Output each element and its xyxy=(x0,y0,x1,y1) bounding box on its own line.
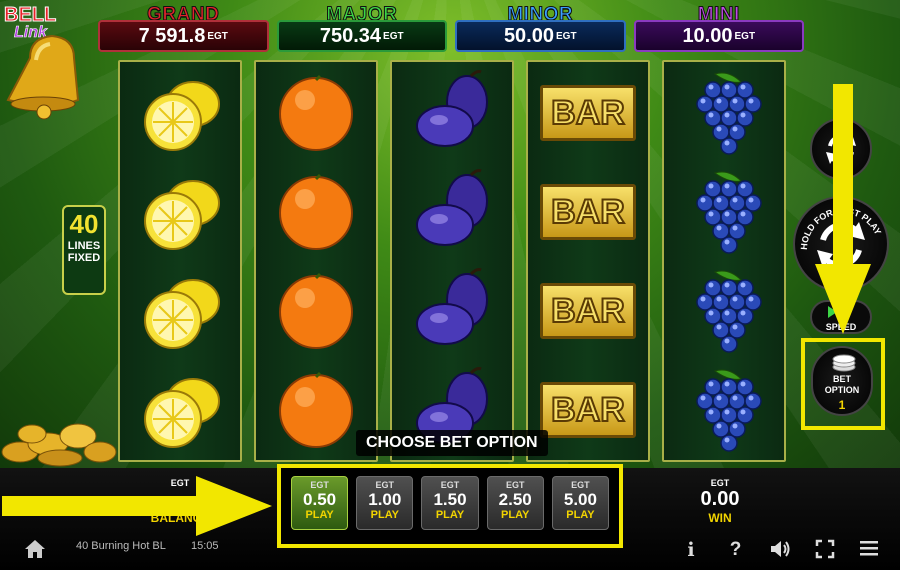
plum-icon xyxy=(392,64,512,162)
reel-4: BAR BAR BAR BAR xyxy=(526,60,650,462)
speed-label: SPEED xyxy=(825,322,857,332)
jackpot-minor: MINOR 50.00 EGT xyxy=(455,4,626,52)
grapes-icon xyxy=(664,64,784,162)
plum-icon xyxy=(392,262,512,360)
reel-5 xyxy=(662,60,786,462)
jackpot-mini: MINI 10.00 EGT xyxy=(633,4,804,52)
lines-fixed-indicator: 40 LINES FIXED xyxy=(62,205,106,295)
orange-icon xyxy=(256,163,376,261)
game-stage: BELL Link GRAND 7 591.8 EGT MAJOR 750.34… xyxy=(0,0,900,468)
jackpot-mini-value: 10.00 xyxy=(682,24,733,47)
coins-stack-icon xyxy=(832,354,856,372)
info-icon[interactable]: i xyxy=(680,539,702,561)
bet-currency: EGT xyxy=(375,480,395,490)
grapes-icon xyxy=(664,163,784,261)
speed-button[interactable]: SPEED xyxy=(810,300,872,334)
home-icon xyxy=(25,540,45,558)
fullscreen-icon[interactable] xyxy=(814,539,836,561)
home-button[interactable] xyxy=(24,539,46,559)
lemon-icon xyxy=(120,64,240,162)
bar-icon: BAR xyxy=(528,163,648,261)
bet-value: 1.00 xyxy=(368,490,402,509)
reel-3 xyxy=(390,60,514,462)
autoplay-icon xyxy=(826,134,856,164)
balance-label: BALANCE xyxy=(150,511,210,525)
bet-button-0-50[interactable]: EGT 0.50 PLAY xyxy=(291,476,349,530)
bell-link-logo: BELL Link xyxy=(0,0,100,130)
bet-option-label1: BET xyxy=(833,374,851,384)
bar-icon: BAR xyxy=(528,262,648,360)
bet-button-5-00[interactable]: EGT 5.00 PLAY xyxy=(551,476,610,530)
bet-button-1-50[interactable]: EGT 1.50 PLAY xyxy=(421,476,479,530)
jackpot-grand-value: 7 591.8 xyxy=(138,24,206,47)
spin-button[interactable]: HOLD FOR FAST PLAY xyxy=(793,196,889,292)
bet-currency: EGT xyxy=(440,480,460,490)
lemon-icon xyxy=(120,361,240,459)
win-display: EGT 0.00 WIN xyxy=(690,478,750,525)
orange-icon xyxy=(256,262,376,360)
bet-play-label: PLAY xyxy=(501,509,530,521)
grapes-icon xyxy=(664,262,784,360)
grapes-icon xyxy=(664,361,784,459)
bet-button-1-00[interactable]: EGT 1.00 PLAY xyxy=(356,476,414,530)
reels-area: BAR BAR BAR BAR xyxy=(118,60,796,462)
jackpot-bar: GRAND 7 591.8 EGT MAJOR 750.34 EGT MINOR… xyxy=(98,4,804,52)
win-currency: EGT xyxy=(710,478,730,488)
jackpot-mini-currency: EGT xyxy=(734,30,756,42)
jackpot-grand-currency: EGT xyxy=(207,30,228,42)
bet-play-label: PLAY xyxy=(435,509,465,521)
balance-currency: EGT xyxy=(170,478,190,488)
lines-label: LINES xyxy=(67,240,101,252)
bet-currency: EGT xyxy=(310,480,329,490)
reel-1 xyxy=(118,60,242,462)
bet-value: 0.50 xyxy=(303,490,337,509)
bet-options-group: EGT 0.50 PLAY EGT 1.00 PLAY EGT 1.50 PLA… xyxy=(277,464,623,548)
bet-value: 2.50 xyxy=(498,490,532,509)
bet-play-label: PLAY xyxy=(305,509,334,521)
bet-currency: EGT xyxy=(505,480,525,490)
lines-count: 40 xyxy=(69,209,99,239)
help-icon[interactable]: ? xyxy=(725,539,747,561)
bet-value: 5.00 xyxy=(563,490,597,509)
bottom-toolbar: i ? xyxy=(680,538,880,562)
autoplay-button[interactable] xyxy=(810,118,872,180)
jackpot-major: MAJOR 750.34 EGT xyxy=(276,4,447,52)
jackpot-minor-value: 50.00 xyxy=(503,24,554,47)
jackpot-major-currency: EGT xyxy=(383,30,404,42)
jackpot-major-value: 750.34 xyxy=(319,24,382,47)
bell-icon xyxy=(6,34,80,120)
clock: 15:05 xyxy=(191,540,219,552)
jackpot-grand: GRAND 7 591.8 EGT xyxy=(98,4,269,52)
win-label: WIN xyxy=(708,511,732,525)
menu-icon[interactable] xyxy=(858,539,880,561)
choose-bet-option-label: CHOOSE BET OPTION xyxy=(356,430,548,456)
bet-value: 1.50 xyxy=(433,490,467,509)
game-title: 40 Burning Hot BL xyxy=(76,540,166,552)
balance-value xyxy=(140,488,220,511)
bet-option-value: 1 xyxy=(838,398,846,412)
play-icon xyxy=(828,306,837,318)
balance-display: EGT BALANCE xyxy=(140,478,220,525)
plum-icon xyxy=(392,163,512,261)
bet-play-label: PLAY xyxy=(566,509,595,521)
bet-option-label2: OPTION xyxy=(824,385,860,395)
sound-icon[interactable] xyxy=(769,539,791,561)
gold-coins-icon xyxy=(1,423,117,467)
reel-2 xyxy=(254,60,378,462)
win-value: 0.00 xyxy=(700,488,740,510)
lemon-icon xyxy=(120,163,240,261)
hold-fast-play-label: HOLD FOR FAST PLAY xyxy=(799,206,883,250)
bet-button-2-50[interactable]: EGT 2.50 PLAY xyxy=(486,476,544,530)
fixed-label: FIXED xyxy=(67,252,101,264)
bet-option-button[interactable]: BET OPTION 1 xyxy=(811,346,873,416)
svg-text:HOLD FOR FAST PLAY: HOLD FOR FAST PLAY xyxy=(799,206,883,250)
bet-currency: EGT xyxy=(571,480,590,490)
lemon-icon xyxy=(120,262,240,360)
bet-play-label: PLAY xyxy=(370,509,399,521)
bar-icon: BAR xyxy=(528,64,648,162)
orange-icon xyxy=(256,64,376,162)
jackpot-minor-currency: EGT xyxy=(556,30,577,42)
